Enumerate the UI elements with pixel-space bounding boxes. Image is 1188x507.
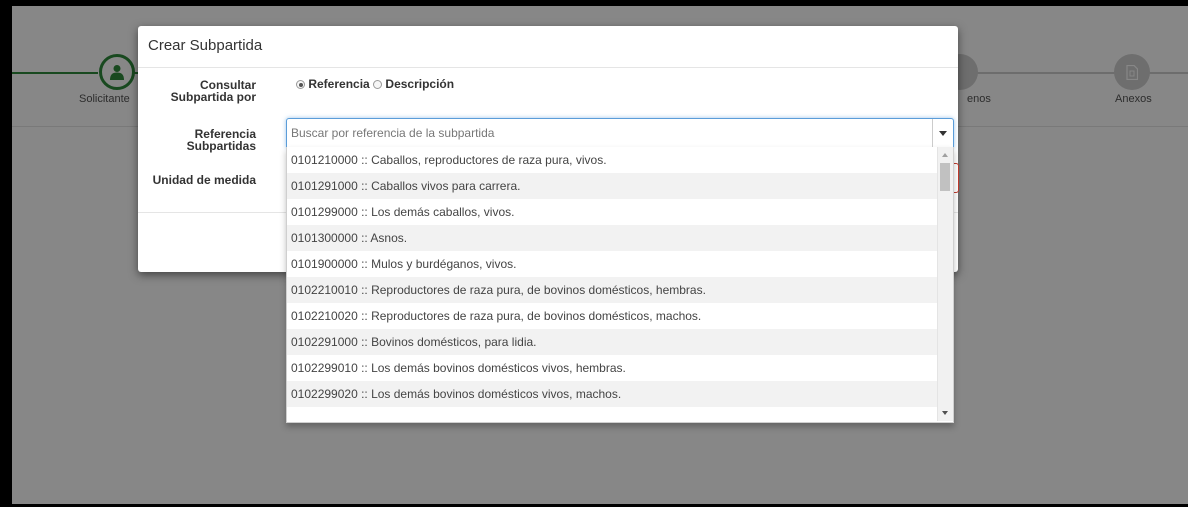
modal-title: Crear Subpartida	[148, 37, 263, 54]
combo-toggle[interactable]	[932, 119, 953, 147]
referencia-label: Referencia Subpartidas	[138, 128, 256, 152]
consultar-label: Consultar Subpartida por	[138, 79, 256, 103]
list-item[interactable]: 0101291000 :: Caballos vivos para carrer…	[287, 173, 937, 199]
referencia-combobox[interactable]	[286, 118, 954, 148]
subpartida-dropdown: 0101210000 :: Caballos, reproductores de…	[286, 147, 954, 423]
radio-descripcion[interactable]	[373, 80, 383, 89]
modal-header: Crear Subpartida	[138, 26, 958, 68]
consultar-radio-group: Referencia Descripción	[296, 77, 454, 91]
scroll-down-icon[interactable]	[942, 411, 948, 415]
consultar-label-line2: Subpartida por	[170, 90, 256, 104]
radio-referencia[interactable]	[296, 80, 305, 89]
radio-referencia-label[interactable]: Referencia	[308, 77, 369, 91]
list-item[interactable]: 0101210000 :: Caballos, reproductores de…	[287, 147, 937, 173]
list-item[interactable]: 0102299020 :: Los demás bovinos doméstic…	[287, 381, 937, 407]
scroll-thumb[interactable]	[940, 163, 950, 191]
list-item[interactable]: 0102299010 :: Los demás bovinos doméstic…	[287, 355, 937, 381]
options-list: 0101210000 :: Caballos, reproductores de…	[287, 147, 937, 407]
list-item[interactable]: 0102210020 :: Reproductores de raza pura…	[287, 303, 937, 329]
list-item[interactable]: 0102210010 :: Reproductores de raza pura…	[287, 277, 937, 303]
dropdown-scrollbar[interactable]	[937, 147, 953, 421]
scroll-up-icon[interactable]	[942, 153, 948, 157]
list-item[interactable]: 0101299000 :: Los demás caballos, vivos.	[287, 199, 937, 225]
window-frame: Solicitante enos Anexos Crear Subpartida…	[0, 0, 1188, 507]
chevron-down-icon	[939, 130, 947, 136]
unidad-label: Unidad de medida	[152, 173, 256, 187]
list-item[interactable]: 0101300000 :: Asnos.	[287, 225, 937, 251]
list-item[interactable]: 0102291000 :: Bovinos domésticos, para l…	[287, 329, 937, 355]
app-screen: Solicitante enos Anexos Crear Subpartida…	[12, 6, 1188, 504]
list-item[interactable]: 0101900000 :: Mulos y burdéganos, vivos.	[287, 251, 937, 277]
search-input[interactable]	[287, 119, 931, 147]
referencia-label-line2: Subpartidas	[186, 139, 256, 153]
radio-descripcion-label[interactable]: Descripción	[385, 77, 454, 91]
